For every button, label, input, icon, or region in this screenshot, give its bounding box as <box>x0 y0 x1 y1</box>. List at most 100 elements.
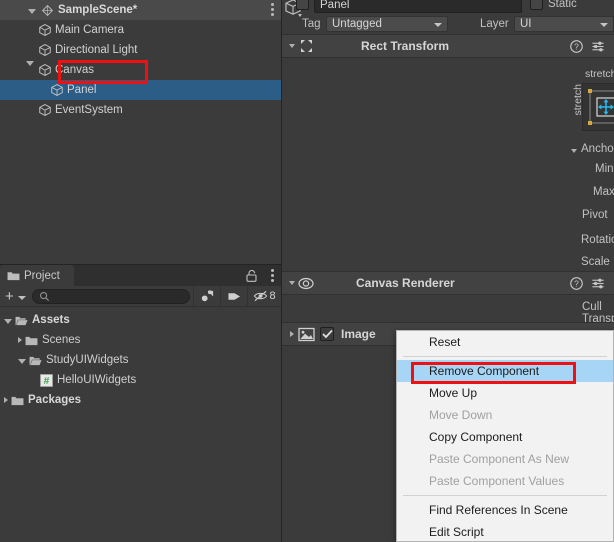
object-name-field[interactable]: Panel <box>314 0 522 13</box>
hierarchy-options-kebab-icon[interactable] <box>271 3 274 18</box>
gameobject-cube-icon <box>39 64 51 76</box>
project-item-studyuiwidgets[interactable]: StudyUIWidgets <box>0 350 281 370</box>
component-settings-icon[interactable] <box>591 40 605 53</box>
rect-transform-title: Rect Transform <box>361 39 450 53</box>
project-tabbar: Project <box>0 265 281 286</box>
hierarchy-item-main-camera[interactable]: Main Camera <box>0 20 281 40</box>
chevron-down-icon[interactable] <box>289 44 295 48</box>
project-item-label: HelloUIWidgets <box>57 374 137 386</box>
hierarchy-item-canvas[interactable]: Canvas <box>0 60 281 80</box>
static-checkbox[interactable] <box>530 0 543 10</box>
create-asset-plus-icon[interactable]: + <box>0 289 16 304</box>
unity-scene-icon <box>41 4 54 16</box>
menu-item-remove-component[interactable]: Remove Component <box>397 360 613 382</box>
help-icon[interactable]: ? <box>570 277 583 290</box>
tag-layer-row: Tag Untagged Layer UI <box>282 13 614 34</box>
tab-project[interactable]: Project <box>0 265 74 286</box>
folder-icon <box>25 336 38 345</box>
gameobject-cube-icon <box>39 104 51 116</box>
project-item-hellouiwidgets[interactable]: # HelloUIWidgets <box>0 370 281 390</box>
menu-item-reset[interactable]: Reset <box>397 331 613 353</box>
chevron-down-icon[interactable] <box>4 318 12 324</box>
tag-value: Untagged <box>332 18 382 30</box>
gameobject-cube-icon <box>39 44 51 56</box>
checkmark-icon <box>321 329 333 339</box>
folder-open-icon <box>15 316 28 325</box>
image-title: Image <box>341 327 376 341</box>
project-item-label: Packages <box>28 394 82 406</box>
chevron-down-icon[interactable] <box>571 149 577 153</box>
project-item-label: Assets <box>32 314 70 326</box>
menu-separator <box>403 356 607 357</box>
folder-icon <box>7 272 20 281</box>
anchor-preset-button[interactable] <box>582 83 614 131</box>
help-icon[interactable]: ? <box>570 40 583 53</box>
chevron-right-icon[interactable] <box>18 337 22 343</box>
layer-dropdown[interactable]: UI <box>514 16 614 32</box>
asset-filter-icon <box>201 290 213 302</box>
layer-value: UI <box>520 18 532 30</box>
chevron-down-icon[interactable] <box>289 281 295 285</box>
gameobject-cube-icon <box>39 24 51 36</box>
filter-by-label-button[interactable] <box>220 286 247 306</box>
tag-dropdown[interactable]: Untagged <box>326 16 448 32</box>
hierarchy-item-list[interactable]: Main Camera Directional Light Canvas Pan… <box>0 20 281 120</box>
project-tab-label: Project <box>24 269 60 282</box>
hierarchy-panel[interactable]: SampleScene* Main Camera Directional Lig… <box>0 0 281 264</box>
image-enabled-checkbox[interactable] <box>320 327 334 341</box>
svg-text:?: ? <box>574 279 579 289</box>
anchor-min-label: Min <box>595 163 614 175</box>
project-options-kebab-icon[interactable] <box>271 269 274 284</box>
rect-transform-icon <box>301 40 312 52</box>
menu-item-move-down: Move Down <box>429 408 493 422</box>
folder-open-icon <box>29 356 42 365</box>
hierarchy-item-label: EventSystem <box>55 104 123 116</box>
search-input[interactable] <box>31 288 190 304</box>
hierarchy-item-label: Panel <box>67 84 97 96</box>
project-tree[interactable]: Assets Scenes StudyUIWidgets # HelloUIWi… <box>0 307 281 410</box>
chevron-down-icon[interactable] <box>26 61 34 66</box>
tag-icon <box>227 292 240 300</box>
chevron-down-icon[interactable] <box>17 295 26 300</box>
chevron-down-icon[interactable] <box>28 8 36 14</box>
project-toolbar[interactable]: + 8 <box>0 286 281 307</box>
scale-label: Scale <box>581 256 610 268</box>
chevron-down-icon <box>434 23 442 27</box>
component-settings-icon[interactable] <box>591 277 605 290</box>
menu-item-move-up[interactable]: Move Up <box>397 382 613 404</box>
svg-text:#: # <box>44 376 50 387</box>
rect-transform-component-header[interactable]: Rect Transform ? <box>282 34 614 58</box>
project-panel[interactable]: Project + 8 Assets Scenes StudyUIWidgets… <box>0 264 281 542</box>
hierarchy-scene-row[interactable]: SampleScene* <box>0 0 281 20</box>
canvas-renderer-component-header[interactable]: Canvas Renderer ? <box>282 271 614 295</box>
anchors-label: Anchors <box>581 143 614 155</box>
chevron-down-icon[interactable] <box>18 358 26 364</box>
layer-label: Layer <box>480 18 509 30</box>
lock-icon[interactable] <box>246 270 257 282</box>
menu-separator <box>403 495 607 496</box>
filter-by-type-button[interactable] <box>193 286 220 306</box>
project-item-packages[interactable]: Packages <box>0 390 281 410</box>
hierarchy-item-eventsystem[interactable]: EventSystem <box>0 100 281 120</box>
rotation-label: Rotation <box>581 234 614 246</box>
svg-text:?: ? <box>574 42 579 52</box>
menu-item-find-references-in-scene[interactable]: Find References In Scene <box>397 499 613 521</box>
static-label: Static <box>548 0 577 10</box>
chevron-right-icon[interactable] <box>4 397 8 403</box>
hierarchy-item-label: Main Camera <box>55 24 125 36</box>
project-item-label: StudyUIWidgets <box>46 354 129 366</box>
hidden-assets-count: 8 <box>269 290 276 302</box>
menu-item-edit-script[interactable]: Edit Script <box>397 521 613 542</box>
project-item-assets[interactable]: Assets <box>0 310 281 330</box>
gameobject-active-checkbox[interactable] <box>296 0 309 10</box>
pivot-label: Pivot <box>582 209 608 221</box>
chevron-down-icon <box>600 23 608 27</box>
image-component-icon <box>298 327 315 341</box>
hierarchy-item-panel[interactable]: Panel <box>0 80 281 100</box>
hidden-assets-toggle[interactable]: 8 <box>247 286 281 306</box>
hierarchy-item-directional-light[interactable]: Directional Light <box>0 40 281 60</box>
chevron-right-icon[interactable] <box>290 331 294 337</box>
component-context-menu[interactable]: Reset Remove Component Move Up Move Down Cop… <box>396 330 614 542</box>
project-item-scenes[interactable]: Scenes <box>0 330 281 350</box>
menu-item-copy-component[interactable]: Copy Component <box>397 426 613 448</box>
